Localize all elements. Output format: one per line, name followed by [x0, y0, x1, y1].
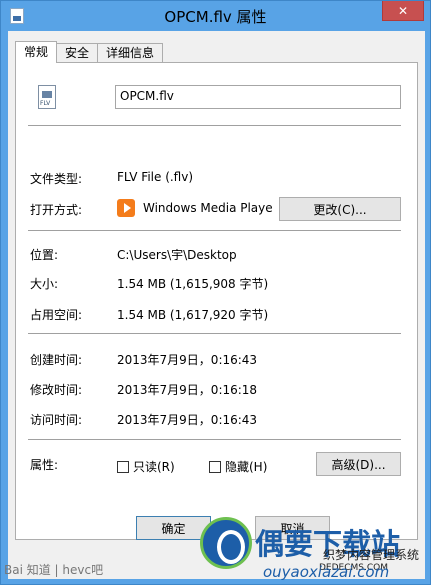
window-title: OPCM.flv 属性 — [164, 8, 267, 26]
modified-value: 2013年7月9日，0:16:18 — [117, 383, 258, 397]
attributes-label: 属性: — [30, 458, 59, 472]
close-button[interactable]: ✕ — [382, 1, 424, 21]
file-type-value: FLV File (.flv) — [117, 170, 194, 184]
file-type-label: 文件类型: — [30, 172, 83, 186]
file-icon-label: FLV — [40, 100, 51, 107]
disk-size-value: 1.54 MB (1,617,920 字节) — [117, 308, 269, 322]
file-name-input[interactable]: OPCM.flv — [115, 85, 401, 109]
disk-size-label: 占用空间: — [30, 308, 83, 322]
divider — [28, 125, 401, 126]
checkbox-box[interactable] — [209, 460, 221, 473]
divider — [28, 230, 401, 231]
location-value: C:\Users\宇\Desktop — [117, 248, 237, 262]
accessed-value: 2013年7月9日，0:16:43 — [117, 413, 258, 427]
hidden-label: 隐藏(H) — [225, 460, 268, 474]
tab-security[interactable]: 安全 — [56, 43, 99, 63]
change-button[interactable]: 更改(C)... — [279, 197, 401, 221]
readonly-label: 只读(R) — [133, 460, 175, 474]
tab-strip: 常规 安全 详细信息 — [15, 41, 164, 63]
open-with-label: 打开方式: — [30, 203, 83, 217]
modified-label: 修改时间: — [30, 383, 83, 397]
flv-file-icon: FLV — [38, 85, 56, 109]
divider — [28, 333, 401, 334]
title-bar[interactable]: OPCM.flv 属性 ✕ — [1, 1, 430, 31]
open-with-value: Windows Media Playe — [143, 201, 273, 215]
accessed-label: 访问时间: — [30, 413, 83, 427]
checkbox-box[interactable] — [117, 460, 129, 473]
watermark-url: ouyaoxiazai.com — [263, 563, 390, 581]
created-value: 2013年7月9日，0:16:43 — [117, 353, 258, 367]
advanced-button[interactable]: 高级(D)... — [316, 452, 401, 476]
dialog-body: 常规 安全 详细信息 FLV OPCM.flv 文件类型: FLV File (… — [8, 31, 425, 579]
site-logo-icon — [200, 517, 252, 569]
media-player-icon — [117, 199, 135, 217]
size-value: 1.54 MB (1,615,908 字节) — [117, 277, 269, 291]
tab-general[interactable]: 常规 — [15, 41, 58, 63]
hidden-checkbox[interactable]: 隐藏(H) — [209, 458, 267, 475]
readonly-checkbox[interactable]: 只读(R) — [117, 458, 175, 475]
created-label: 创建时间: — [30, 353, 83, 367]
general-panel: FLV OPCM.flv 文件类型: FLV File (.flv) 打开方式:… — [15, 62, 418, 540]
properties-window: OPCM.flv 属性 ✕ 常规 安全 详细信息 FLV OPCM.flv 文件… — [0, 0, 431, 585]
watermark-site-cn: 织梦内容管理系统 — [323, 548, 420, 562]
tab-details[interactable]: 详细信息 — [97, 43, 164, 63]
size-label: 大小: — [30, 277, 59, 291]
baidu-watermark: Bai 知道 | hevc吧 — [4, 563, 104, 577]
divider — [28, 439, 401, 440]
location-label: 位置: — [30, 248, 59, 262]
